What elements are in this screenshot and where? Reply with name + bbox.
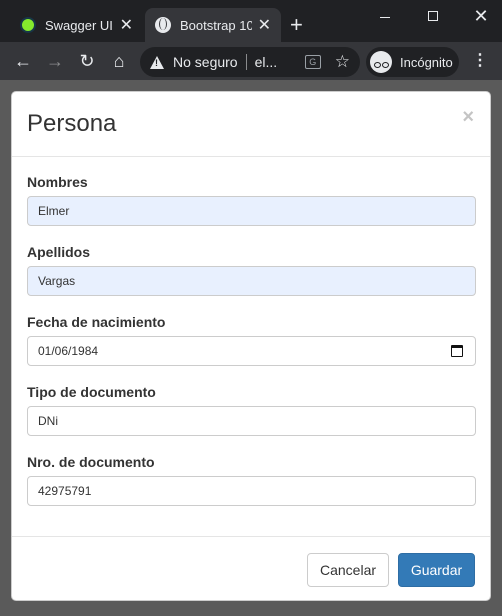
tab-title: Bootstrap 10 bbox=[180, 17, 252, 33]
translate-icon[interactable]: G bbox=[304, 55, 321, 69]
nro-documento-label: Nro. de documento bbox=[27, 454, 155, 470]
fecha-nacimiento-value: 01/06/1984 bbox=[38, 344, 99, 358]
window-close-button[interactable]: ✕ bbox=[466, 4, 496, 28]
tipo-documento-label: Tipo de documento bbox=[27, 384, 156, 400]
persona-modal: Persona × Nombres Elmer Apellidos Vargas… bbox=[11, 91, 491, 601]
address-bar[interactable]: No seguro el... G ☆ bbox=[140, 47, 360, 77]
browser-toolbar: ← → ↻ ⌂ No seguro el... G ☆ Incógnito ⋮ bbox=[0, 42, 502, 80]
swagger-icon bbox=[20, 17, 36, 33]
security-status: No seguro bbox=[173, 54, 238, 70]
browser-tab-bar: Swagger UI ✕ Bootstrap 10 ✕ + ✕ bbox=[0, 0, 502, 42]
modal-close-button[interactable]: × bbox=[462, 106, 474, 129]
modal-title: Persona bbox=[27, 110, 117, 137]
maximize-icon bbox=[428, 11, 438, 21]
incognito-badge[interactable]: Incógnito bbox=[366, 47, 459, 77]
tab-bootstrap[interactable]: Bootstrap 10 ✕ bbox=[145, 8, 281, 42]
cancel-button[interactable]: Cancelar bbox=[307, 553, 389, 587]
incognito-label: Incógnito bbox=[400, 54, 453, 70]
modal-header: Persona × bbox=[12, 92, 490, 157]
back-arrow-icon[interactable]: ← bbox=[12, 50, 34, 72]
nombres-input[interactable]: Elmer bbox=[27, 196, 476, 226]
calendar-icon[interactable] bbox=[451, 345, 463, 357]
modal-footer: Cancelar Guardar bbox=[12, 536, 490, 601]
close-tab-icon[interactable]: ✕ bbox=[258, 15, 271, 35]
apellidos-label: Apellidos bbox=[27, 244, 91, 260]
new-tab-button[interactable]: + bbox=[290, 14, 303, 36]
home-icon[interactable]: ⌂ bbox=[108, 50, 130, 72]
incognito-icon bbox=[370, 51, 392, 73]
nro-documento-input[interactable]: 42975791 bbox=[27, 476, 476, 506]
url-text: el... bbox=[254, 54, 278, 70]
apellidos-input[interactable]: Vargas bbox=[27, 266, 476, 296]
tab-title: Swagger UI bbox=[45, 17, 113, 33]
close-tab-icon[interactable]: ✕ bbox=[120, 15, 133, 35]
omnibox-divider bbox=[245, 54, 247, 70]
nombres-label: Nombres bbox=[27, 174, 88, 190]
forward-arrow-icon[interactable]: → bbox=[44, 50, 66, 72]
save-button[interactable]: Guardar bbox=[398, 553, 475, 587]
tab-swagger-ui[interactable]: Swagger UI ✕ bbox=[10, 8, 143, 42]
more-menu-icon[interactable]: ⋮ bbox=[472, 51, 488, 71]
star-icon[interactable]: ☆ bbox=[335, 52, 350, 72]
minimize-button[interactable] bbox=[370, 4, 400, 28]
tipo-documento-input[interactable]: DNi bbox=[27, 406, 476, 436]
fecha-nacimiento-input[interactable]: 01/06/1984 bbox=[27, 336, 476, 366]
globe-icon bbox=[155, 17, 171, 33]
minimize-icon bbox=[380, 16, 390, 18]
fecha-nacimiento-label: Fecha de nacimiento bbox=[27, 314, 166, 330]
maximize-button[interactable] bbox=[418, 4, 448, 28]
modal-body: Nombres Elmer Apellidos Vargas Fecha de … bbox=[12, 157, 490, 537]
warning-icon bbox=[150, 55, 164, 69]
reload-icon[interactable]: ↻ bbox=[76, 50, 98, 72]
